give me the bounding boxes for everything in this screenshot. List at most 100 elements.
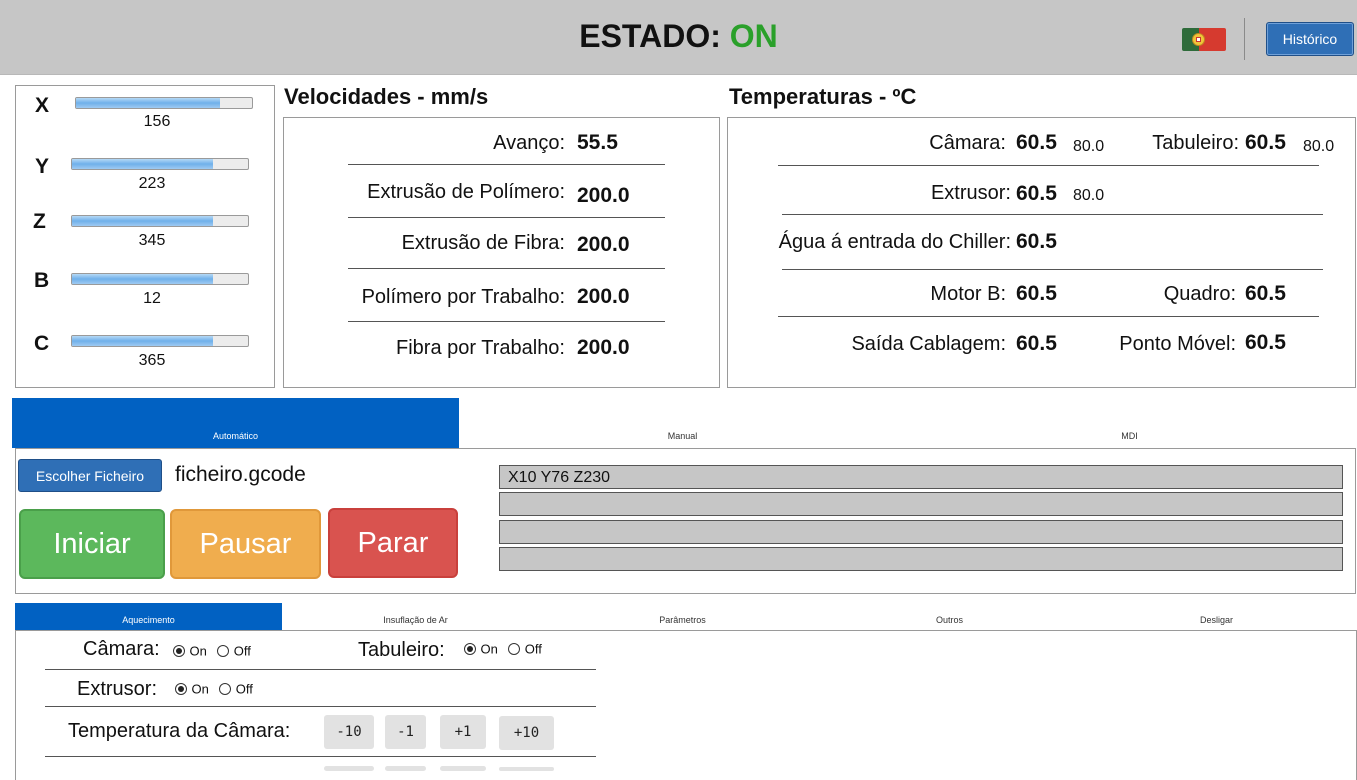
axis-bar-c — [71, 335, 249, 347]
axis-value-y: 223 — [138, 175, 166, 192]
tabuleiro-radio-group: On Off — [464, 640, 542, 658]
camara-on-radio[interactable] — [173, 644, 185, 657]
camara-off-radio[interactable] — [217, 644, 230, 657]
tabuleiro-off-label: Off — [524, 641, 542, 657]
temp-label-agua-chiller: Água á entrada do Chiller: — [778, 231, 1011, 253]
tab-desligar[interactable]: Desligar — [1083, 603, 1350, 631]
temp-target-extrusor: 80.0 — [1073, 187, 1105, 204]
speed-label-extrusao-fibra: Extrusão de Fibra: — [401, 232, 565, 254]
status-value: ON — [729, 18, 778, 54]
heating-extrusor-label: Extrusor: — [77, 678, 158, 700]
temp-value-extrusor: 60.5 — [1016, 182, 1057, 205]
axis-bar-z — [71, 215, 249, 227]
gcode-line — [499, 547, 1343, 571]
step-button-partial[interactable] — [385, 766, 426, 771]
camara-radio-group: On Off — [173, 642, 251, 660]
temp-target-tabuleiro: 80.0 — [1303, 138, 1335, 155]
extrusor-off-radio[interactable] — [219, 682, 232, 695]
header-divider — [1244, 18, 1245, 60]
camara-off-label: Off — [233, 643, 251, 659]
increase-1-button[interactable]: +1 — [440, 715, 486, 749]
temp-value-saida-cablagem: 60.5 — [1016, 332, 1057, 355]
decrease-1-button[interactable]: -1 — [385, 715, 426, 749]
temp-value-tabuleiro: 60.5 — [1245, 131, 1286, 154]
speed-label-extrusao-polimero: Extrusão de Polímero: — [367, 181, 565, 203]
axis-label-b: B — [34, 269, 50, 292]
increase-10-button[interactable]: +10 — [499, 716, 554, 750]
temp-value-ponto-movel: 60.5 — [1245, 331, 1286, 354]
gcode-line — [499, 492, 1343, 516]
axis-value-z: 345 — [138, 232, 166, 249]
mode-tabs: Automático Manual MDI — [12, 398, 1357, 448]
camara-on-label: On — [189, 643, 207, 659]
speed-value-extrusao-polimero: 200.0 — [577, 184, 630, 207]
machine-status: ESTADO: ON — [0, 18, 1357, 55]
temp-value-motor-b: 60.5 — [1016, 282, 1057, 305]
start-button[interactable]: Iniciar — [19, 509, 165, 579]
file-name: ficheiro.gcode — [175, 463, 306, 486]
temp-label-ponto-movel: Ponto Móvel: — [1119, 333, 1236, 355]
tab-automatico[interactable]: Automático — [12, 398, 459, 448]
divider — [782, 269, 1323, 270]
stop-button[interactable]: Parar — [328, 508, 458, 578]
temp-value-quadro: 60.5 — [1245, 282, 1286, 305]
divider — [782, 214, 1323, 215]
axis-bar-x — [75, 97, 253, 109]
temp-label-tabuleiro: Tabuleiro: — [1152, 132, 1239, 154]
tab-manual[interactable]: Manual — [459, 398, 906, 448]
tabuleiro-on-radio[interactable] — [464, 642, 476, 655]
gcode-line: X10 Y76 Z230 — [499, 465, 1343, 489]
axis-label-z: Z — [33, 210, 46, 233]
temp-label-camara: Câmara: — [929, 132, 1006, 154]
divider — [348, 217, 665, 218]
tab-outros[interactable]: Outros — [816, 603, 1083, 631]
speed-label-avanco: Avanço: — [493, 132, 565, 154]
divider — [778, 316, 1319, 317]
speed-value-polimero-trabalho: 200.0 — [577, 285, 630, 308]
camara-temperature-label: Temperatura da Câmara: — [68, 720, 291, 742]
axis-value-c: 365 — [138, 352, 166, 369]
divider — [348, 164, 665, 165]
temp-target-camara: 80.0 — [1073, 138, 1105, 155]
choose-file-button[interactable]: Escolher Ficheiro — [18, 459, 162, 492]
temp-value-camara: 60.5 — [1016, 131, 1057, 154]
axis-label-x: X — [35, 94, 50, 117]
speed-value-extrusao-fibra: 200.0 — [577, 233, 630, 256]
tab-aquecimento[interactable]: Aquecimento — [15, 603, 282, 631]
extrusor-off-label: Off — [235, 681, 253, 697]
speed-label-fibra-trabalho: Fibra por Trabalho: — [396, 337, 565, 359]
axis-value-b: 12 — [143, 290, 161, 307]
tabuleiro-off-radio[interactable] — [508, 642, 521, 655]
extrusor-on-radio[interactable] — [175, 682, 187, 695]
history-button[interactable]: Histórico — [1266, 22, 1354, 56]
divider — [45, 669, 596, 670]
divider — [45, 756, 596, 757]
step-button-partial[interactable] — [440, 766, 486, 771]
gcode-line — [499, 520, 1343, 544]
step-button-partial[interactable] — [499, 767, 554, 771]
tab-insuflacao-ar[interactable]: Insuflação de Ar — [282, 603, 549, 631]
axis-label-y: Y — [35, 155, 50, 178]
portugal-flag-icon[interactable] — [1182, 28, 1226, 51]
heating-camara-label: Câmara: — [83, 638, 160, 660]
extrusor-radio-group: On Off — [175, 680, 253, 698]
decrease-10-button[interactable]: -10 — [324, 715, 374, 749]
temp-label-extrusor: Extrusor: — [930, 182, 1011, 204]
divider — [348, 321, 665, 322]
tab-mdi[interactable]: MDI — [906, 398, 1353, 448]
step-button-partial[interactable] — [324, 766, 374, 771]
temp-value-agua-chiller: 60.5 — [1016, 230, 1057, 253]
divider — [45, 706, 596, 707]
speeds-title: Velocidades - mm/s — [284, 84, 489, 109]
control-tabs: Aquecimento Insuflação de Ar Parâmetros … — [15, 603, 1357, 631]
axis-bar-b — [71, 273, 249, 285]
tab-parametros[interactable]: Parâmetros — [549, 603, 816, 631]
heating-tabuleiro-label: Tabuleiro: — [358, 639, 445, 661]
divider — [348, 268, 665, 269]
axis-label-c: C — [34, 332, 50, 355]
axis-bar-y — [71, 158, 249, 170]
pause-button[interactable]: Pausar — [170, 509, 321, 579]
temp-label-motor-b: Motor B: — [930, 283, 1006, 305]
temp-label-saida-cablagem: Saída Cablagem: — [851, 333, 1006, 355]
divider — [778, 165, 1319, 166]
